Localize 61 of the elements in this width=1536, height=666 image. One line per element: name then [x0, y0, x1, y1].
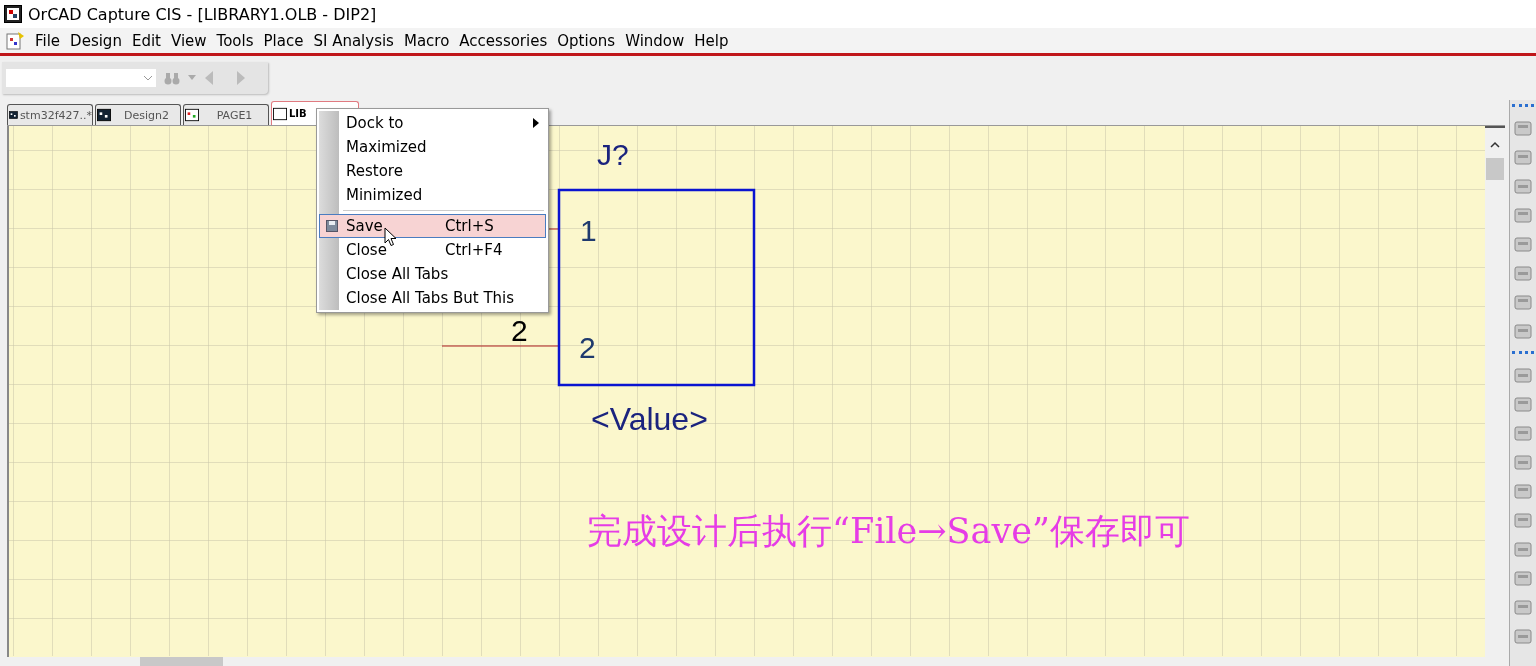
- menu-item[interactable]: Place: [258, 31, 309, 50]
- tool-icon[interactable]: [1513, 424, 1533, 444]
- scrollbar-thumb[interactable]: [1486, 158, 1504, 180]
- menu-item[interactable]: Options: [552, 31, 621, 50]
- page-icon: [273, 106, 287, 121]
- tool-icon[interactable]: [1513, 148, 1533, 168]
- menu-item[interactable]: Minimized: [319, 183, 546, 207]
- menu-item[interactable]: Close Ctrl+F4: [319, 238, 546, 262]
- document-tab[interactable]: Design2: [95, 104, 181, 125]
- tool-icon[interactable]: [1513, 540, 1533, 560]
- tool-icon[interactable]: [1513, 119, 1533, 139]
- tool-icon[interactable]: [1513, 264, 1533, 284]
- back-icon[interactable]: [204, 71, 214, 85]
- menu-item[interactable]: Design: [65, 31, 127, 50]
- submenu-arrow-icon: [533, 118, 539, 128]
- page-icon: [9, 108, 18, 122]
- binoculars-icon[interactable]: [164, 71, 180, 85]
- page-icon: [185, 108, 199, 122]
- pin-label: 2: [511, 316, 528, 346]
- menu-item[interactable]: Window: [620, 31, 690, 50]
- annotation-text: 完成设计后执行“File→Save”保存即可: [587, 514, 1190, 549]
- window-title: OrCAD Capture CIS - [LIBRARY1.OLB - DIP2]: [28, 4, 377, 24]
- forward-icon[interactable]: [236, 71, 246, 85]
- tool-icon[interactable]: [1513, 322, 1533, 342]
- menu-item[interactable]: Tools: [211, 31, 259, 50]
- tool-icon[interactable]: [1513, 293, 1533, 313]
- menu-item[interactable]: Close All Tabs: [319, 262, 546, 286]
- tool-icon[interactable]: [1513, 453, 1533, 473]
- tool-icon[interactable]: [1513, 569, 1533, 589]
- menu-item[interactable]: Maximized: [319, 135, 546, 159]
- tool-icon[interactable]: [1513, 235, 1533, 255]
- menu-item[interactable]: Restore: [319, 159, 546, 183]
- menu-item[interactable]: SI Analysis: [308, 31, 399, 50]
- part-reference: J?: [597, 140, 629, 170]
- menu-item[interactable]: Accessories: [454, 31, 553, 50]
- app-icon: [4, 5, 22, 23]
- pin-number: 1: [580, 216, 597, 246]
- tool-icon[interactable]: [1513, 366, 1533, 386]
- menu-item[interactable]: Close All Tabs But This: [319, 286, 546, 310]
- page-icon: [97, 108, 111, 122]
- tool-icon[interactable]: [1513, 511, 1533, 531]
- part-body[interactable]: [557, 188, 756, 387]
- menu-item[interactable]: Edit: [126, 31, 166, 50]
- menu-item[interactable]: Macro: [398, 31, 455, 50]
- tool-icon[interactable]: [1513, 395, 1533, 415]
- chevron-down-icon: [143, 74, 153, 82]
- menu-item[interactable]: Help: [689, 31, 734, 50]
- caret-icon[interactable]: [188, 75, 196, 81]
- menu-item[interactable]: View: [165, 31, 212, 50]
- tool-icon[interactable]: [1513, 482, 1533, 502]
- tool-icon[interactable]: [1513, 177, 1533, 197]
- tool-icon[interactable]: [1513, 598, 1533, 618]
- menu-item[interactable]: File: [30, 31, 66, 50]
- document-tab[interactable]: stm32f427..*: [7, 104, 93, 125]
- scrollbar-thumb[interactable]: [140, 657, 223, 666]
- part-value: <Value>: [591, 403, 708, 435]
- document-tab[interactable]: PAGE1: [183, 104, 269, 125]
- chevron-up-icon[interactable]: [1489, 140, 1501, 150]
- tool-icon[interactable]: [1513, 206, 1533, 226]
- tool-icon[interactable]: [1513, 627, 1533, 647]
- pin-number: 2: [579, 333, 596, 363]
